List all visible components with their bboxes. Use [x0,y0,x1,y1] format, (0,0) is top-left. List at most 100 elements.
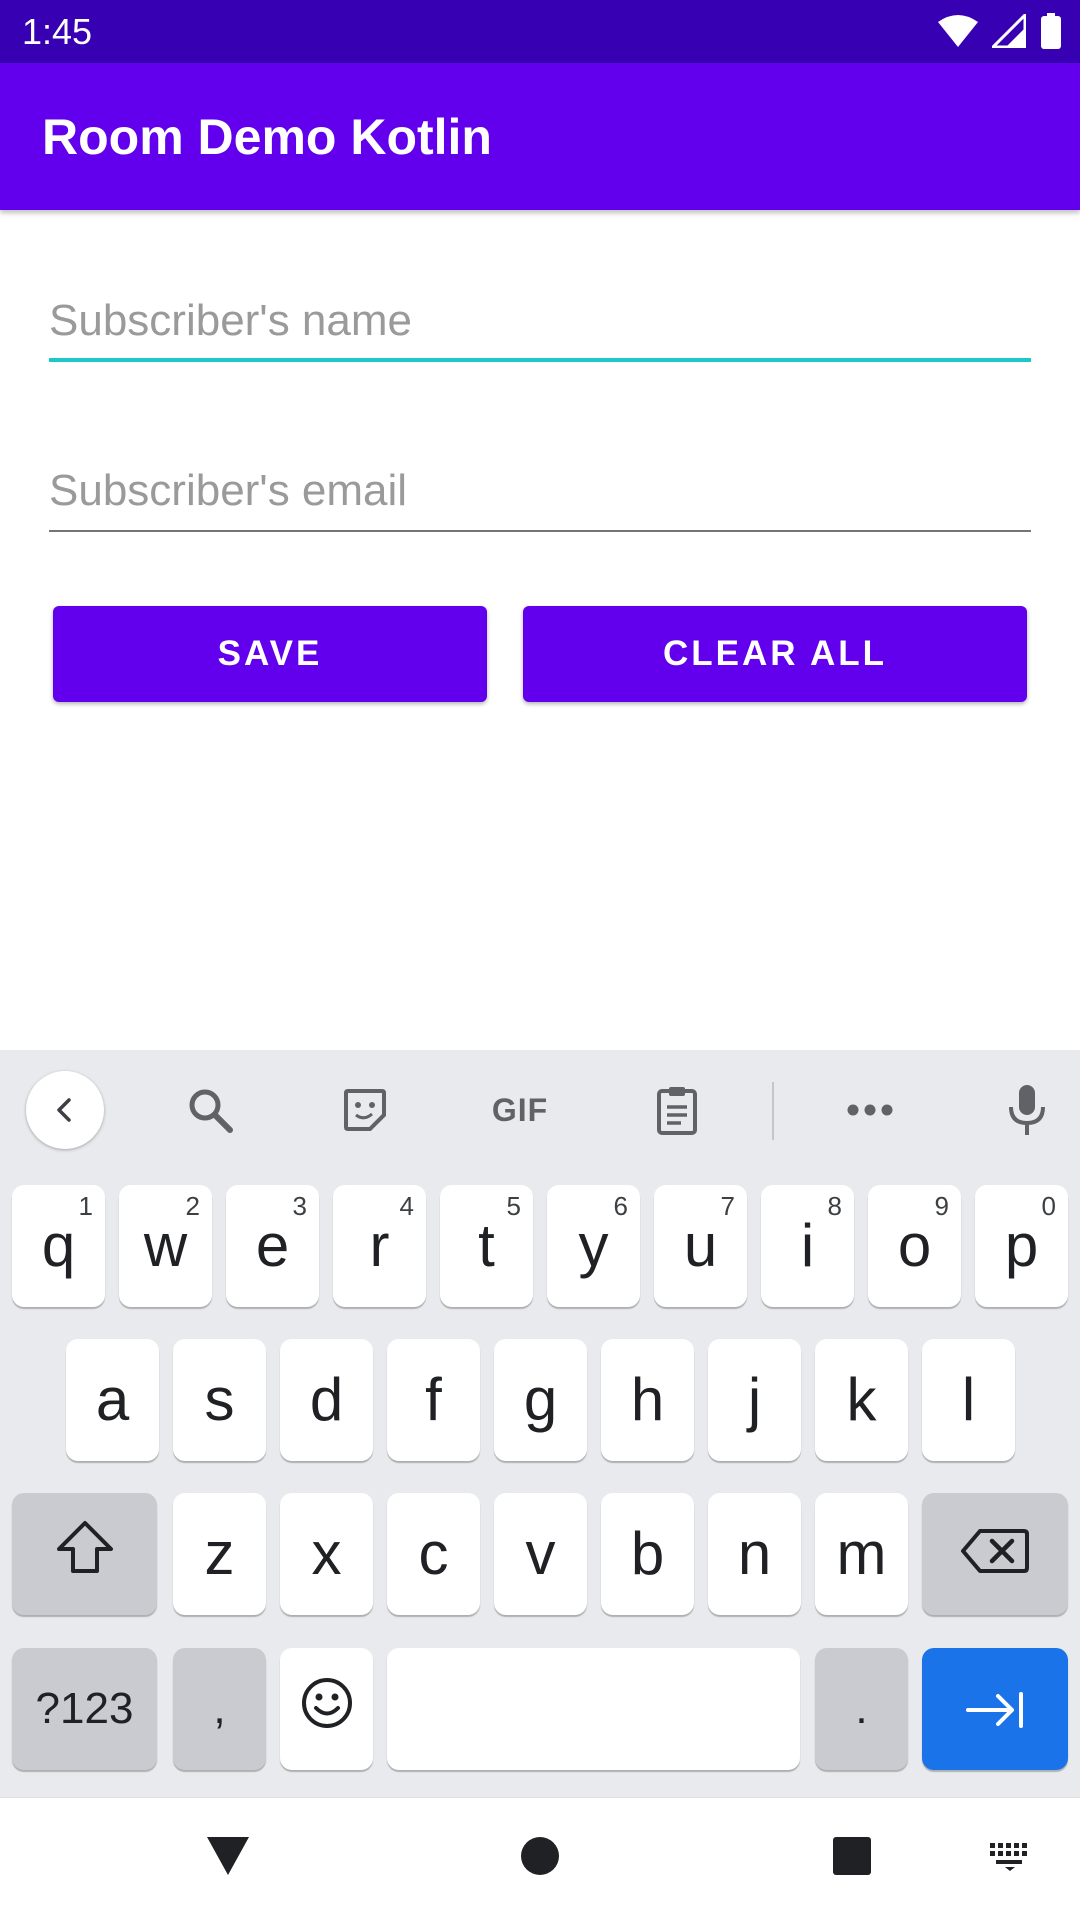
key-label: v [525,1520,556,1587]
email-field-underline [49,530,1031,532]
key-label: h [630,1366,665,1433]
key-d[interactable]: d [280,1339,373,1461]
key-label: g [523,1366,558,1433]
key-label: , [213,1684,226,1733]
key-label: z [204,1520,235,1587]
key-label: d [309,1366,344,1433]
key-i[interactable]: i8 [761,1185,854,1307]
key-l[interactable]: l [922,1339,1015,1461]
cellular-signal-icon [992,14,1026,48]
period-key[interactable]: . [815,1648,908,1770]
backspace-key[interactable] [922,1493,1068,1615]
toolbar-divider [772,1082,774,1140]
key-c[interactable]: c [387,1493,480,1615]
key-k[interactable]: k [815,1339,908,1461]
key-t[interactable]: t5 [440,1185,533,1307]
key-j[interactable]: j [708,1339,801,1461]
back-icon[interactable] [26,1071,104,1149]
key-r[interactable]: r4 [333,1185,426,1307]
shift-icon [55,1519,115,1589]
key-h[interactable]: h [601,1339,694,1461]
symbols-key[interactable]: ?123 [12,1648,157,1770]
key-u[interactable]: u7 [654,1185,747,1307]
search-icon[interactable] [178,1078,242,1142]
subscriber-name-input[interactable] [49,286,1031,356]
key-label: q [41,1212,76,1279]
key-v[interactable]: v [494,1493,587,1615]
key-label: ?123 [35,1684,134,1733]
key-b[interactable]: b [601,1493,694,1615]
emoji-key[interactable] [280,1648,373,1770]
recents-square-icon[interactable] [826,1830,878,1882]
subscriber-name-field [49,286,1031,362]
subscriber-email-field [49,456,1031,532]
key-hint: 4 [399,1191,414,1221]
gif-button[interactable]: GIF [488,1078,552,1142]
key-hint: 9 [934,1191,949,1221]
key-a[interactable]: a [66,1339,159,1461]
emoji-icon [300,1675,354,1744]
key-hint: 2 [185,1191,200,1221]
comma-key[interactable]: , [173,1648,266,1770]
key-label: e [255,1212,290,1279]
key-z[interactable]: z [173,1493,266,1615]
subscriber-email-input[interactable] [49,456,1031,526]
key-e[interactable]: e3 [226,1185,319,1307]
app-title: Room Demo Kotlin [42,109,492,165]
shift-key[interactable] [12,1493,157,1615]
key-label: x [311,1520,342,1587]
key-p[interactable]: p0 [975,1185,1068,1307]
key-w[interactable]: w2 [119,1185,212,1307]
key-s[interactable]: s [173,1339,266,1461]
key-label: t [478,1212,495,1279]
key-label: m [836,1520,887,1587]
clear-all-button[interactable]: CLEAR ALL [523,606,1027,702]
key-label: p [1004,1212,1039,1279]
key-hint: 8 [827,1191,842,1221]
next-field-key[interactable] [922,1648,1068,1770]
wifi-icon [938,14,978,48]
backspace-icon [960,1520,1030,1589]
system-navigation-bar [0,1797,1080,1920]
key-hint: 3 [292,1191,307,1221]
key-label: o [897,1212,932,1279]
key-label: f [425,1366,442,1433]
key-label: w [143,1212,188,1279]
key-f[interactable]: f [387,1339,480,1461]
space-key[interactable] [387,1648,800,1770]
key-n[interactable]: n [708,1493,801,1615]
home-circle-icon[interactable] [514,1830,566,1882]
key-label: n [737,1520,772,1587]
more-icon[interactable] [838,1078,902,1142]
key-y[interactable]: y6 [547,1185,640,1307]
key-label: l [961,1366,976,1433]
app-bar: Room Demo Kotlin [0,63,1080,210]
keyboard-toolbar: GIF [0,1050,1080,1170]
clipboard-icon[interactable] [645,1078,709,1142]
back-triangle-icon[interactable] [202,1830,254,1882]
microphone-icon[interactable] [995,1078,1059,1142]
key-label: u [683,1212,718,1279]
key-hint: 6 [613,1191,628,1221]
key-label: y [578,1212,609,1279]
key-o[interactable]: o9 [868,1185,961,1307]
key-label: . [855,1684,868,1733]
key-hint: 0 [1041,1191,1056,1221]
key-x[interactable]: x [280,1493,373,1615]
status-icons [938,13,1062,49]
key-hint: 1 [78,1191,93,1221]
status-time: 1:45 [22,11,93,52]
key-m[interactable]: m [815,1493,908,1615]
name-field-underline [49,358,1031,362]
key-hint: 5 [506,1191,521,1221]
key-label: a [95,1366,130,1433]
gif-label: GIF [491,1091,549,1128]
keyboard-switch-icon[interactable] [984,1830,1036,1882]
key-g[interactable]: g [494,1339,587,1461]
status-bar: 1:45 [0,0,1080,63]
sticker-icon[interactable] [333,1078,397,1142]
key-label: i [800,1212,815,1279]
key-q[interactable]: q1 [12,1185,105,1307]
save-button[interactable]: SAVE [53,606,487,702]
next-field-icon [964,1675,1026,1744]
